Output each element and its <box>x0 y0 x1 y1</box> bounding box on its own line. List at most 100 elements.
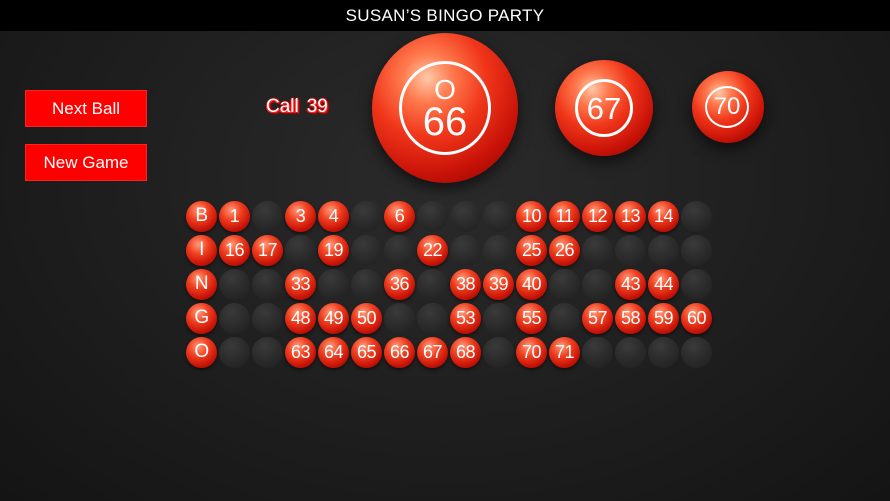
new-game-button[interactable]: New Game <box>25 144 147 181</box>
board-cell: 65 <box>350 335 383 369</box>
board-cell <box>614 335 647 369</box>
board-cell: 38 <box>449 267 482 301</box>
uncalled-number-ball <box>219 336 250 368</box>
previous-ball-2-ring: 70 <box>705 86 749 128</box>
board-cell <box>449 233 482 267</box>
uncalled-number-ball <box>681 234 712 266</box>
called-number-ball: 26 <box>549 234 580 266</box>
board-cell: 25 <box>515 233 548 267</box>
board-cell: 17 <box>251 233 284 267</box>
board-cell <box>647 335 680 369</box>
called-number-ball: 36 <box>384 268 415 300</box>
board-cell: 67 <box>416 335 449 369</box>
uncalled-number-ball <box>417 268 448 300</box>
called-number-ball: 39 <box>483 268 514 300</box>
called-number-ball: 44 <box>648 268 679 300</box>
board-cell <box>251 301 284 335</box>
called-number-ball: 25 <box>516 234 547 266</box>
board-cell <box>416 267 449 301</box>
uncalled-number-ball <box>285 234 316 266</box>
uncalled-number-ball <box>483 336 514 368</box>
uncalled-number-ball <box>483 302 514 334</box>
uncalled-number-ball <box>582 234 613 266</box>
uncalled-number-ball <box>384 302 415 334</box>
uncalled-number-ball <box>417 200 448 232</box>
previous-ball-2: 70 <box>692 71 764 143</box>
board-row-letter-cell: I <box>185 233 218 267</box>
uncalled-number-ball <box>219 268 250 300</box>
board-letter-i: I <box>186 234 217 266</box>
uncalled-number-ball <box>450 234 481 266</box>
called-number-ball: 71 <box>549 336 580 368</box>
called-number-ball: 49 <box>318 302 349 334</box>
board-cell: 39 <box>482 267 515 301</box>
board-cell: 48 <box>284 301 317 335</box>
uncalled-number-ball <box>582 268 613 300</box>
called-number-ball: 63 <box>285 336 316 368</box>
uncalled-number-ball <box>351 268 382 300</box>
uncalled-number-ball <box>483 234 514 266</box>
called-number-ball: 43 <box>615 268 646 300</box>
called-number-ball: 14 <box>648 200 679 232</box>
called-number-ball: 10 <box>516 200 547 232</box>
uncalled-number-ball <box>681 336 712 368</box>
called-number-ball: 70 <box>516 336 547 368</box>
previous-ball-1-number: 67 <box>586 90 622 126</box>
board-cell <box>614 233 647 267</box>
board-row-letter-cell: B <box>185 199 218 233</box>
uncalled-number-ball <box>351 200 382 232</box>
uncalled-number-ball <box>615 234 646 266</box>
called-number-ball: 11 <box>549 200 580 232</box>
board-cell: 44 <box>647 267 680 301</box>
board-cell: 53 <box>449 301 482 335</box>
board-cell <box>581 233 614 267</box>
board-cell: 50 <box>350 301 383 335</box>
board-cell <box>284 233 317 267</box>
board-row-letter-cell: O <box>185 335 218 369</box>
called-number-ball: 59 <box>648 302 679 334</box>
board-cell: 64 <box>317 335 350 369</box>
called-number-ball: 19 <box>318 234 349 266</box>
called-number-ball: 68 <box>450 336 481 368</box>
called-number-ball: 58 <box>615 302 646 334</box>
call-count: Call 39 <box>266 96 328 118</box>
bingo-board: B 1 3 4 6 10 11 12 13 14 I 16 17 19 22 25 26 N 33 36 38 39 40 4… <box>185 199 713 369</box>
board-cell <box>251 199 284 233</box>
board-cell: 63 <box>284 335 317 369</box>
board-cell <box>317 267 350 301</box>
board-cell: 13 <box>614 199 647 233</box>
board-cell <box>581 267 614 301</box>
board-cell <box>548 267 581 301</box>
board-cell <box>416 199 449 233</box>
uncalled-number-ball <box>252 336 283 368</box>
board-cell <box>350 267 383 301</box>
board-cell <box>482 335 515 369</box>
called-number-ball: 6 <box>384 200 415 232</box>
board-cell <box>350 233 383 267</box>
called-number-ball: 67 <box>417 336 448 368</box>
called-number-ball: 65 <box>351 336 382 368</box>
called-number-ball: 17 <box>252 234 283 266</box>
board-letter-o: O <box>186 336 217 368</box>
current-ball-ring: O 66 <box>399 61 491 155</box>
title-bar: SUSAN’S BINGO PARTY <box>0 0 890 31</box>
board-cell: 57 <box>581 301 614 335</box>
board-cell: 68 <box>449 335 482 369</box>
board-cell: 22 <box>416 233 449 267</box>
called-number-ball: 66 <box>384 336 415 368</box>
board-cell: 70 <box>515 335 548 369</box>
board-cell: 19 <box>317 233 350 267</box>
uncalled-number-ball <box>252 200 283 232</box>
board-cell <box>482 199 515 233</box>
uncalled-number-ball <box>417 302 448 334</box>
board-cell: 43 <box>614 267 647 301</box>
current-ball-number: 66 <box>422 100 468 144</box>
uncalled-number-ball <box>681 200 712 232</box>
board-letter-g: G <box>186 302 217 334</box>
board-cell <box>251 335 284 369</box>
call-label: Call <box>266 96 299 117</box>
board-cell: 71 <box>548 335 581 369</box>
next-ball-button[interactable]: Next Ball <box>25 90 147 127</box>
uncalled-number-ball <box>615 336 646 368</box>
called-number-ball: 13 <box>615 200 646 232</box>
